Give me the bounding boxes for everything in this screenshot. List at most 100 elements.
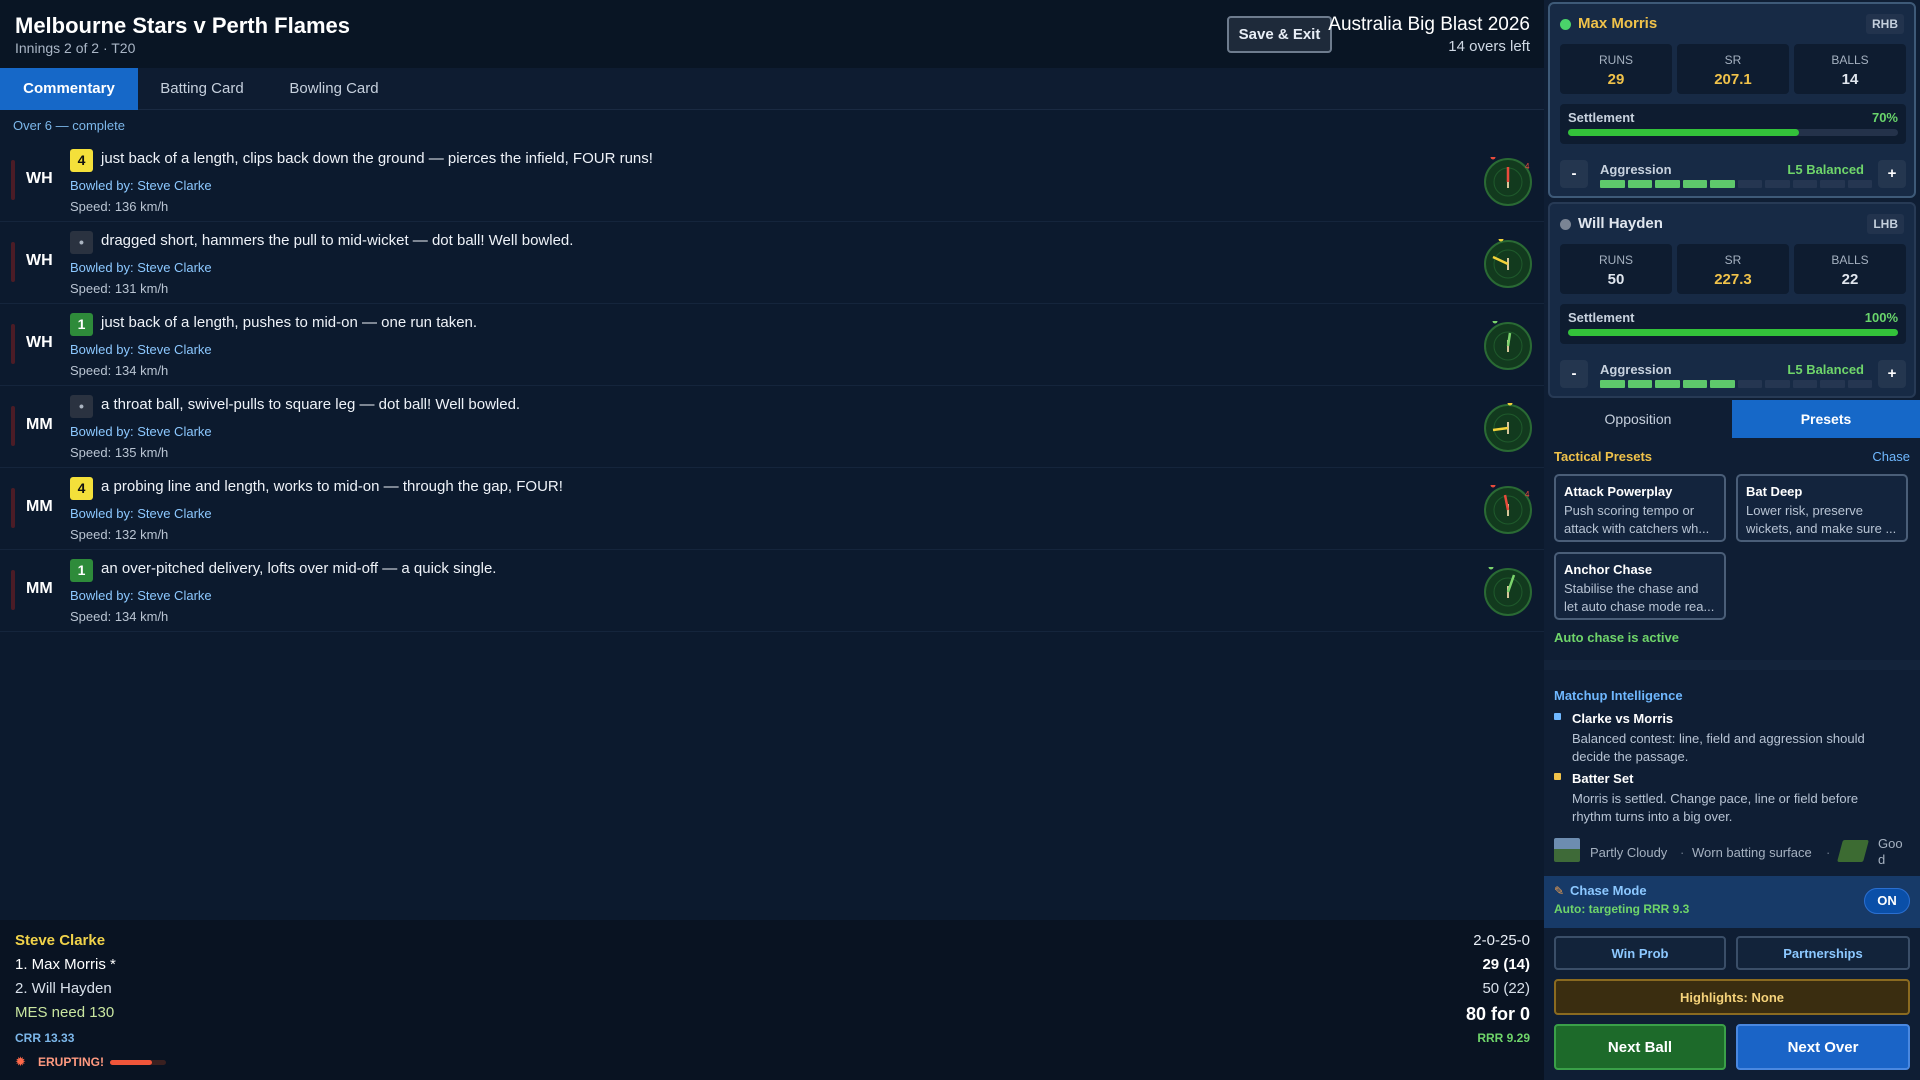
preset-bat-deep[interactable]: Bat Deep Lower risk, preserve wickets, an… (1736, 474, 1908, 542)
bowler-figures: 2-0-25-0 (1473, 932, 1530, 949)
chase-icon: ✎ (1554, 884, 1565, 898)
win-prob-button[interactable]: Win Prob (1554, 936, 1726, 970)
batter1-score: 29 (14) (1482, 956, 1530, 973)
weather-text: Partly Cloudy (1590, 845, 1668, 860)
bowled-by: Bowled by: Steve Clarke (70, 178, 212, 193)
aggression-segment (1655, 380, 1680, 388)
required-run-rate: RRR 9.29 (1477, 1031, 1530, 1045)
outcome-badge: • (70, 231, 93, 254)
aggression-segment (1655, 180, 1680, 188)
partnerships-button[interactable]: Partnerships (1736, 936, 1910, 970)
svg-text:4: 4 (1525, 490, 1530, 499)
batting-hand-badge: LHB (1867, 214, 1904, 234)
scorebar: Steve Clarke 2-0-25-0 1. Max Morris * 29… (0, 920, 1544, 1080)
ball-speed: Speed: 136 km/h (70, 199, 169, 214)
tab-bowling-card[interactable]: Bowling Card (280, 68, 388, 110)
svg-text:4: 4 (1525, 162, 1530, 171)
tab-commentary[interactable]: Commentary (0, 68, 138, 110)
tab-presets[interactable]: Presets (1732, 400, 1920, 438)
aggression-segment (1710, 180, 1735, 188)
crowd-icon: ✹ (15, 1054, 26, 1069)
runs-stat: RUNS 50 (1560, 244, 1672, 294)
batter-initials: WH (26, 170, 53, 187)
separator: · (1680, 845, 1685, 860)
ball-description: a throat ball, swivel-pulls to square le… (101, 396, 521, 413)
wagon-wheel-icon[interactable]: 4 (1483, 485, 1533, 535)
preset-title: Bat Deep (1746, 484, 1803, 499)
preset-title: Attack Powerplay (1564, 484, 1673, 499)
aggression-segment (1682, 180, 1707, 188)
aggression-segment (1682, 380, 1707, 388)
aggression-increase-button[interactable]: + (1878, 160, 1906, 188)
ball-description: just back of a length, pushes to mid-on … (101, 314, 478, 331)
chase-mode-title: Chase Mode (1570, 883, 1647, 898)
preset-anchor-chase[interactable]: Anchor Chase Stabilise the chase and let … (1554, 552, 1726, 620)
aggression-segment (1600, 380, 1625, 388)
next-ball-button[interactable]: Next Ball (1554, 1024, 1726, 1070)
aggression-segment (1847, 180, 1872, 188)
outcome-badge: 1 (70, 559, 93, 582)
chase-mode-bar: ✎ Chase Mode Auto: targeting RRR 9.3 ON (1544, 876, 1920, 928)
ball-description: a probing line and length, works to mid-… (101, 478, 563, 495)
wagon-wheel-icon[interactable] (1483, 403, 1533, 453)
batter-marker (11, 406, 15, 446)
next-over-button[interactable]: Next Over (1736, 1024, 1910, 1070)
aggression-segment (1737, 180, 1762, 188)
bowled-by: Bowled by: Steve Clarke (70, 260, 212, 275)
ball-speed: Speed: 132 km/h (70, 527, 169, 542)
highlights-button[interactable]: Highlights: None (1554, 979, 1910, 1015)
save-exit-button[interactable]: Save & Exit (1227, 16, 1332, 53)
tab-batting-card[interactable]: Batting Card (150, 68, 254, 110)
divider (1544, 660, 1920, 670)
batter-initials: WH (26, 252, 53, 269)
outcome-badge: 4 (70, 477, 93, 500)
aggression-control: - Aggression L5 Balanced + (1560, 158, 1906, 194)
aggression-segment (1820, 180, 1845, 188)
settlement-meter: Settlement 100% (1560, 304, 1906, 344)
main-tabs: Commentary Batting Card Bowling Card (0, 68, 1544, 110)
bowled-by: Bowled by: Steve Clarke (70, 342, 212, 357)
bowled-by: Bowled by: Steve Clarke (70, 424, 212, 439)
on-strike-indicator (1560, 19, 1571, 30)
chase-mode-toggle[interactable]: ON (1864, 888, 1910, 914)
batter-name: Max Morris (1578, 15, 1658, 32)
matchup-item-title: Clarke vs Morris (1572, 711, 1674, 726)
preset-desc: Stabilise the chase and let auto chase mo… (1564, 581, 1715, 614)
crowd-status: ERUPTING! (38, 1055, 104, 1069)
weather-icon (1554, 838, 1580, 862)
crowd-meter (110, 1060, 166, 1065)
batter-initials: MM (26, 498, 53, 515)
outfield-icon (1837, 840, 1869, 862)
outfield-text: Goo d (1878, 836, 1903, 867)
ball-speed: Speed: 131 km/h (70, 281, 169, 296)
preset-desc: Push scoring tempo or attack with catcher… (1564, 503, 1710, 536)
aggression-control: - Aggression L5 Balanced + (1560, 358, 1906, 394)
outcome-badge: • (70, 395, 93, 418)
batter-initials: MM (26, 580, 53, 597)
tab-opposition[interactable]: Opposition (1544, 400, 1732, 438)
on-strike-indicator (1560, 219, 1571, 230)
aggression-segment (1847, 380, 1872, 388)
runs-needed: MES need 130 (15, 1004, 115, 1021)
batter-card: Will Hayden LHB RUNS 50 SR 227.3 BALLS 22 Settle… (1548, 202, 1916, 398)
aggression-decrease-button[interactable]: - (1560, 360, 1588, 388)
aggression-increase-button[interactable]: + (1878, 360, 1906, 388)
bowled-by: Bowled by: Steve Clarke (70, 506, 212, 521)
preset-attack-powerplay[interactable]: Attack Powerplay Push scoring tempo or at… (1554, 474, 1726, 542)
batter2-score: 50 (22) (1482, 980, 1530, 997)
auto-chase-status: Auto chase is active (1554, 630, 1679, 645)
wagon-wheel-icon[interactable] (1483, 321, 1533, 371)
wagon-wheel-icon[interactable] (1483, 239, 1533, 289)
aggression-decrease-button[interactable]: - (1560, 160, 1588, 188)
overs-left: 14 overs left (1448, 38, 1530, 55)
batter-initials: WH (26, 334, 53, 351)
commentary-item: WH • dragged short, hammers the pull to mi… (0, 222, 1544, 304)
wagon-wheel-icon[interactable] (1483, 567, 1533, 617)
outcome-badge: 4 (70, 149, 93, 172)
wagon-wheel-icon[interactable]: 4 (1483, 157, 1533, 207)
control-panel: Max Morris RHB RUNS 29 SR 207.1 BALLS 14 Settlem… (1544, 0, 1920, 1080)
match-subtitle: Innings 2 of 2 · T20 (15, 40, 136, 56)
current-run-rate: CRR 13.33 (15, 1031, 75, 1045)
team-total: 80 for 0 (1465, 1004, 1530, 1024)
settlement-fill (1568, 329, 1898, 336)
